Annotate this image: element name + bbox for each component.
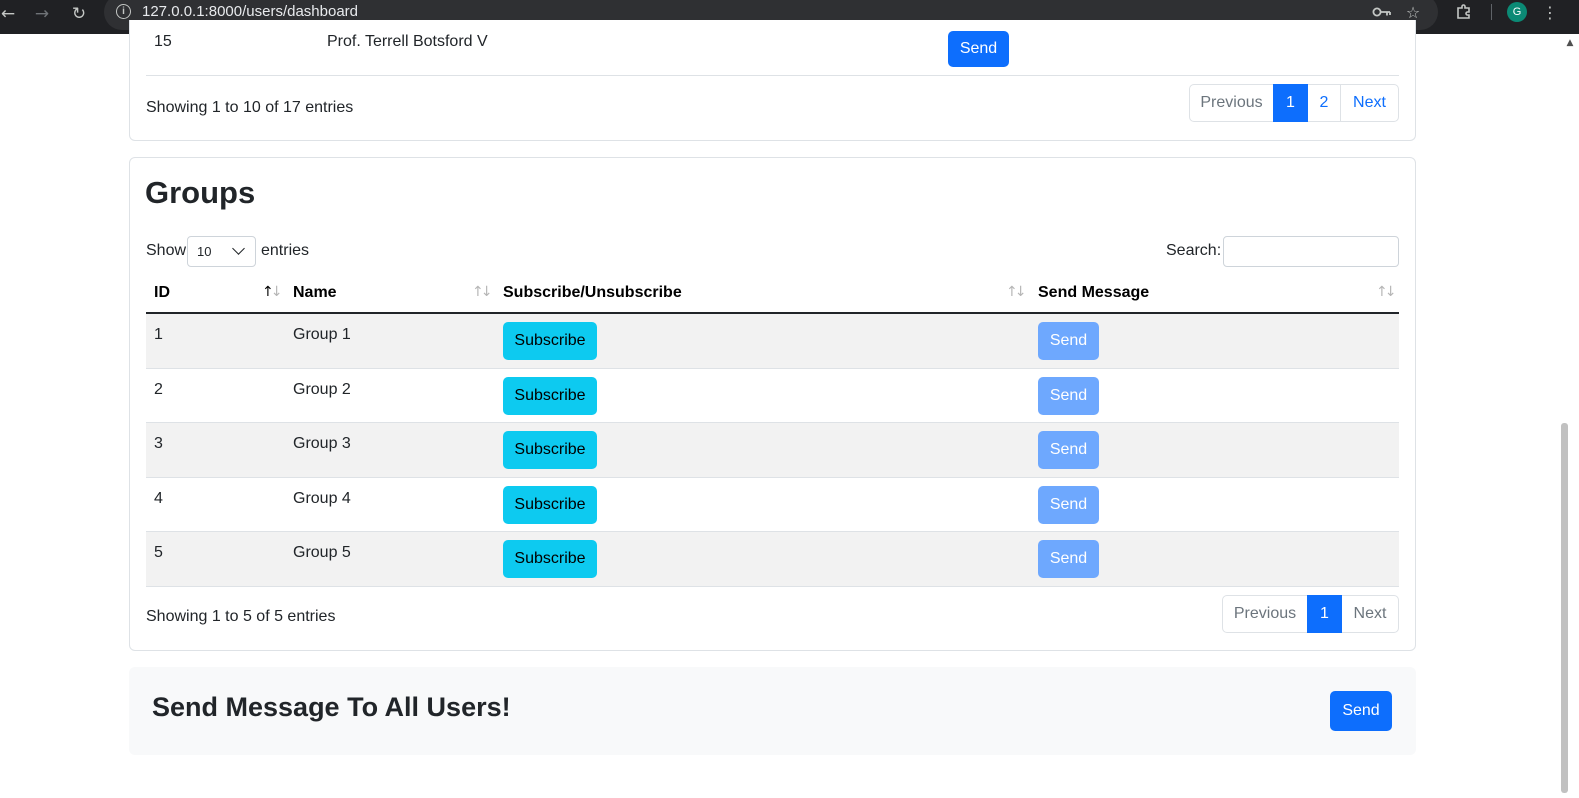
groups-pagination-next[interactable]: Next <box>1341 595 1399 633</box>
users-pagination-page-1[interactable]: 1 <box>1273 84 1308 122</box>
sort-both-icon: ↑↓ <box>1006 284 1027 300</box>
group-name: Group 5 <box>293 544 351 562</box>
scroll-up-arrow-icon[interactable]: ▲ <box>1563 38 1577 48</box>
groups-pagination-page-1[interactable]: 1 <box>1307 595 1342 633</box>
groups-title: Groups <box>145 175 256 210</box>
table-row: 4 Group 4 Subscribe Send <box>146 478 1399 533</box>
toolbar-divider <box>1491 4 1492 20</box>
groups-table-info: Showing 1 to 5 of 5 entries <box>146 608 336 625</box>
group-send-button[interactable]: Send <box>1038 376 1099 415</box>
sort-both-icon: ↑↓ <box>472 284 493 300</box>
profile-avatar[interactable]: G <box>1507 2 1527 22</box>
subscribe-button[interactable]: Subscribe <box>503 431 597 470</box>
user-send-button[interactable]: Send <box>948 31 1009 67</box>
table-row: 2 Group 2 Subscribe Send <box>146 369 1399 424</box>
entries-per-page-value: 10 <box>197 244 212 259</box>
users-pagination-page-2[interactable]: 2 <box>1307 84 1341 122</box>
group-id: 4 <box>154 489 163 507</box>
back-arrow-icon[interactable]: ← <box>0 0 20 28</box>
users-table-info: Showing 1 to 10 of 17 entries <box>146 99 354 116</box>
search-input[interactable] <box>1223 236 1399 267</box>
users-table-bottom-border <box>146 75 1399 76</box>
entries-per-page-select[interactable]: 10 <box>187 236 256 267</box>
length-show-label: Show <box>146 242 187 259</box>
group-name: Group 2 <box>293 380 351 398</box>
group-send-button[interactable]: Send <box>1038 431 1099 470</box>
column-header-subscribe[interactable]: Subscribe/Unsubscribe <box>503 284 682 302</box>
table-row: 1 Group 1 Subscribe Send <box>146 314 1399 369</box>
table-row: 5 Group 5 Subscribe Send <box>146 532 1399 587</box>
more-menu-icon[interactable]: ⋮ <box>1539 2 1561 22</box>
subscribe-button[interactable]: Subscribe <box>503 485 597 524</box>
group-send-button[interactable]: Send <box>1038 485 1099 524</box>
page-scrollbar-thumb[interactable] <box>1561 423 1568 793</box>
length-entries-label: entries <box>261 242 310 259</box>
column-header-send-message[interactable]: Send Message <box>1038 284 1149 302</box>
site-info-icon[interactable]: i <box>116 4 131 19</box>
group-id: 2 <box>154 380 163 398</box>
group-name: Group 1 <box>293 326 351 343</box>
send-all-title: Send Message To All Users! <box>152 692 511 722</box>
group-name: Group 4 <box>293 489 351 507</box>
users-card <box>129 20 1416 141</box>
sort-ascending-icon: ↑↓ <box>262 284 283 300</box>
group-id: 3 <box>154 435 163 453</box>
groups-pagination: Previous 1 Next <box>1222 595 1399 633</box>
subscribe-button[interactable]: Subscribe <box>503 540 597 579</box>
group-name: Group 3 <box>293 435 351 453</box>
column-header-id[interactable]: ID <box>154 284 170 302</box>
chevron-down-icon <box>232 242 245 255</box>
user-row-name: Prof. Terrell Botsford V <box>327 33 488 50</box>
users-pagination: Previous 1 2 Next <box>1189 84 1399 122</box>
subscribe-button[interactable]: Subscribe <box>503 322 597 360</box>
column-header-name[interactable]: Name <box>293 284 337 302</box>
groups-table: ID ↑↓ Name ↑↓ Subscribe/Unsubscribe ↑↓ S… <box>146 275 1399 587</box>
send-all-button[interactable]: Send <box>1330 691 1392 731</box>
password-key-icon[interactable] <box>1371 2 1393 22</box>
reload-icon[interactable]: ↻ <box>67 0 91 28</box>
forward-arrow-icon[interactable]: → <box>30 0 54 28</box>
group-id: 5 <box>154 544 163 562</box>
group-send-button[interactable]: Send <box>1038 540 1099 579</box>
table-row: 3 Group 3 Subscribe Send <box>146 423 1399 478</box>
subscribe-button[interactable]: Subscribe <box>503 376 597 415</box>
sort-both-icon: ↑↓ <box>1376 284 1397 300</box>
extensions-icon[interactable] <box>1453 2 1475 22</box>
group-send-button[interactable]: Send <box>1038 322 1099 360</box>
users-pagination-next[interactable]: Next <box>1340 84 1399 122</box>
user-row-id: 15 <box>154 33 172 50</box>
search-label: Search: <box>1166 242 1222 259</box>
groups-pagination-previous[interactable]: Previous <box>1222 595 1308 633</box>
group-id: 1 <box>154 326 163 343</box>
bookmark-star-icon[interactable]: ☆ <box>1402 2 1424 22</box>
url-text[interactable]: 127.0.0.1:8000/users/dashboard <box>142 3 358 20</box>
groups-table-header: ID ↑↓ Name ↑↓ Subscribe/Unsubscribe ↑↓ S… <box>146 275 1399 314</box>
users-pagination-previous[interactable]: Previous <box>1189 84 1274 122</box>
